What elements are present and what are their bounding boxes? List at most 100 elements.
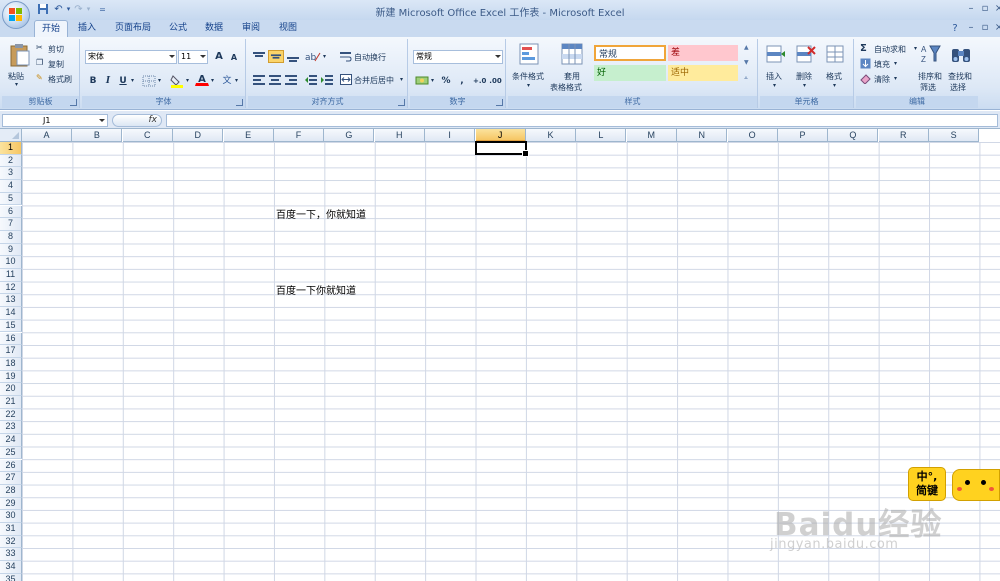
font-size-combo[interactable]: 11	[178, 50, 208, 64]
comma-button[interactable]: ,	[455, 74, 469, 87]
formula-input[interactable]	[166, 114, 998, 127]
row-header-3[interactable]: 3	[0, 167, 22, 181]
increase-indent-icon[interactable]	[320, 74, 334, 86]
row-header-23[interactable]: 23	[0, 421, 22, 435]
row-header-27[interactable]: 27	[0, 472, 22, 485]
align-right-icon[interactable]	[284, 74, 298, 86]
insert-cells-button[interactable]: 插入 ▾	[762, 41, 790, 91]
tab-page-layout[interactable]: 页面布局	[108, 20, 158, 37]
shrink-font-button[interactable]: A	[227, 51, 241, 64]
delete-cells-button[interactable]: 删除 ▾	[792, 41, 820, 91]
increase-decimal-button[interactable]: +.0	[472, 74, 487, 87]
minimize-icon[interactable]: –	[964, 2, 978, 16]
column-header-f[interactable]: F	[274, 129, 324, 142]
underline-button[interactable]: U	[116, 74, 130, 87]
format-cells-button[interactable]: 格式 ▾	[822, 41, 850, 91]
restore-icon[interactable]: ▫	[978, 2, 992, 16]
copy-button[interactable]: ❐ 复制	[36, 58, 76, 70]
row-header-10[interactable]: 10	[0, 256, 22, 269]
row-header-5[interactable]: 5	[0, 192, 22, 206]
column-header-d[interactable]: D	[173, 129, 224, 142]
fill-button[interactable]: 填充 ▾	[860, 58, 910, 70]
alignment-dialog-launcher-icon[interactable]	[398, 99, 405, 106]
orientation-icon[interactable]: ab	[304, 50, 322, 63]
align-top-icon[interactable]	[252, 50, 266, 63]
italic-button[interactable]: I	[101, 74, 115, 87]
number-format-combo[interactable]: 常规	[413, 50, 503, 64]
row-header-2[interactable]: 2	[0, 154, 22, 168]
row-header-33[interactable]: 33	[0, 548, 22, 562]
align-middle-icon[interactable]	[268, 50, 284, 63]
row-header-19[interactable]: 19	[0, 370, 22, 384]
grow-font-button[interactable]: A	[212, 50, 226, 63]
fill-color-dropdown-icon[interactable]: ▾	[186, 77, 189, 84]
align-left-icon[interactable]	[252, 74, 266, 86]
row-header-21[interactable]: 21	[0, 396, 22, 409]
column-header-o[interactable]: O	[727, 129, 778, 142]
style-bad[interactable]: 差	[668, 45, 738, 61]
paste-button[interactable]: 粘贴 ▾	[6, 41, 32, 91]
merge-center-button[interactable]: 合并后居中 ▾	[340, 73, 408, 87]
format-painter-button[interactable]: ✎ 格式刷	[36, 73, 80, 85]
style-neutral[interactable]: 适中	[668, 65, 738, 81]
underline-dropdown-icon[interactable]: ▾	[131, 77, 134, 84]
office-button[interactable]	[2, 1, 30, 29]
row-header-22[interactable]: 22	[0, 408, 22, 422]
column-header-i[interactable]: I	[425, 129, 476, 142]
percent-button[interactable]: %	[439, 74, 453, 87]
autosum-button[interactable]: Σ 自动求和 ▾	[860, 43, 922, 55]
font-dialog-launcher-icon[interactable]	[236, 99, 243, 106]
column-header-p[interactable]: P	[778, 129, 828, 142]
name-box[interactable]: J1	[2, 114, 108, 127]
column-header-e[interactable]: E	[223, 129, 274, 142]
row-header-26[interactable]: 26	[0, 459, 22, 473]
workbook-restore-icon[interactable]: ▫	[978, 21, 992, 35]
tab-review[interactable]: 审阅	[234, 20, 268, 37]
bold-button[interactable]: B	[86, 74, 100, 87]
column-header-n[interactable]: N	[677, 129, 728, 142]
row-header-13[interactable]: 13	[0, 294, 22, 308]
borders-icon[interactable]	[142, 75, 156, 87]
find-select-button[interactable]: 查找和 选择	[946, 41, 976, 92]
row-header-35[interactable]: 35	[0, 573, 22, 581]
format-as-table-button[interactable]: 套用 表格格式	[550, 41, 594, 92]
active-cell-cursor[interactable]	[474, 141, 529, 157]
tab-home[interactable]: 开始	[34, 20, 68, 37]
column-header-c[interactable]: C	[122, 129, 173, 142]
row-header-6[interactable]: 6	[0, 205, 22, 219]
row-header-24[interactable]: 24	[0, 434, 22, 447]
fill-color-icon[interactable]	[170, 74, 184, 88]
row-header-8[interactable]: 8	[0, 230, 22, 244]
tab-data[interactable]: 数据	[198, 20, 230, 37]
row-header-11[interactable]: 11	[0, 269, 22, 282]
workbook-close-icon[interactable]: ×	[992, 21, 1000, 35]
styles-scroll-up-icon[interactable]: ▲	[744, 44, 749, 51]
tab-formulas[interactable]: 公式	[162, 20, 194, 37]
sort-filter-button[interactable]: AZ 排序和 筛选	[916, 41, 946, 92]
clear-button[interactable]: 清除 ▾	[860, 73, 910, 85]
row-header-25[interactable]: 25	[0, 446, 22, 460]
column-header-r[interactable]: R	[878, 129, 929, 142]
clipboard-dialog-launcher-icon[interactable]	[70, 99, 77, 106]
column-header-s[interactable]: S	[929, 129, 980, 142]
insert-function-button[interactable]: fx	[112, 114, 162, 127]
row-header-17[interactable]: 17	[0, 345, 22, 358]
conditional-format-button[interactable]: 条件格式 ▾	[510, 41, 548, 91]
ime-status-badge[interactable]: 中°, 简键	[908, 467, 946, 501]
help-icon[interactable]: ?	[948, 22, 962, 36]
row-header-28[interactable]: 28	[0, 484, 22, 498]
borders-dropdown-icon[interactable]: ▾	[158, 77, 161, 84]
column-header-k[interactable]: K	[526, 129, 576, 142]
row-header-29[interactable]: 29	[0, 497, 22, 511]
column-header-a[interactable]: A	[22, 129, 72, 142]
tab-view[interactable]: 视图	[272, 20, 304, 37]
row-header-31[interactable]: 31	[0, 523, 22, 536]
row-header-12[interactable]: 12	[0, 281, 22, 295]
close-icon[interactable]: ×	[992, 2, 1000, 16]
orientation-dropdown-icon[interactable]: ▾	[323, 53, 326, 60]
row-header-16[interactable]: 16	[0, 332, 22, 346]
tab-insert[interactable]: 插入	[70, 20, 104, 37]
row-header-18[interactable]: 18	[0, 357, 22, 371]
row-header-7[interactable]: 7	[0, 218, 22, 231]
phonetic-dropdown-icon[interactable]: ▾	[235, 77, 238, 84]
